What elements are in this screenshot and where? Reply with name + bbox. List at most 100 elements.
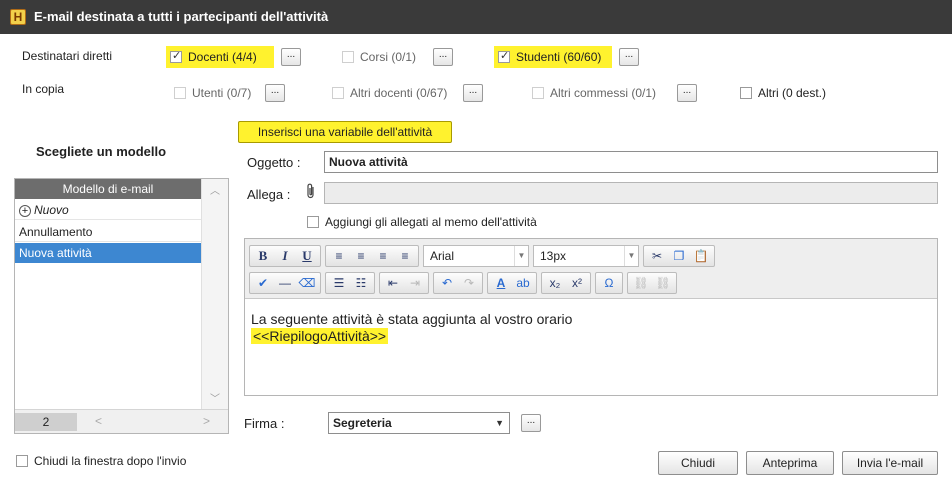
subject-label: Oggetto :	[247, 155, 301, 170]
studenti-checkbox[interactable]	[498, 49, 510, 63]
altri-docenti-label: Altri docenti (0/67)	[350, 86, 448, 100]
close-after-send-option[interactable]: Chiudi la finestra dopo l'invio	[16, 454, 186, 468]
align-justify-icon[interactable]: ≡	[395, 247, 415, 265]
docenti-more-button[interactable]: ...	[281, 48, 301, 66]
text-color-icon[interactable]: A	[491, 274, 511, 292]
altri-checkbox[interactable]	[740, 87, 752, 99]
window-titlebar: H E-mail destinata a tutti i partecipant…	[0, 0, 952, 34]
utenti-more-button[interactable]: ...	[265, 84, 285, 102]
special-char-icon[interactable]: Ω	[599, 274, 619, 292]
templates-section-title: Scegliete un modello	[36, 144, 167, 159]
signature-label: Firma :	[244, 416, 285, 431]
signature-more-button[interactable]: ...	[521, 414, 541, 432]
direct-recipients-label: Destinatari diretti	[22, 49, 113, 63]
attach-to-memo-label: Aggiungi gli allegati al memo dell'attiv…	[325, 215, 537, 229]
font-size-select[interactable]: 13px ▼	[533, 245, 639, 267]
altri-label: Altri (0 dest.)	[758, 86, 827, 100]
corsi-more-button[interactable]: ...	[433, 48, 453, 66]
font-family-value: Arial	[430, 249, 455, 263]
templates-vertical-scrollbar[interactable]: ︿ ﹀	[201, 179, 228, 409]
numbered-list-icon[interactable]: ☷	[351, 274, 371, 292]
template-item-nuova-attivita[interactable]: Nuova attività	[15, 243, 201, 263]
attach-label: Allega :	[247, 187, 291, 202]
utenti-label: Utenti (0/7)	[192, 86, 252, 100]
font-family-select[interactable]: Arial ▼	[423, 245, 529, 267]
outdent-icon[interactable]: ⇤	[383, 274, 403, 292]
editor-content[interactable]: La seguente attività è stata aggiunta al…	[251, 311, 572, 344]
recipient-utenti[interactable]: Utenti (0/7)	[170, 82, 255, 104]
altri-docenti-checkbox[interactable]	[332, 87, 344, 99]
align-center-icon[interactable]: ≡	[351, 247, 371, 265]
horizontal-rule-icon[interactable]: —	[275, 274, 295, 292]
templates-list: Modello di e-mail + Nuovo Annullamento Nu…	[14, 178, 229, 434]
docenti-checkbox[interactable]	[170, 49, 182, 63]
insert-variable-button[interactable]: Inserisci una variabile dell'attività	[238, 121, 452, 143]
underline-button[interactable]: U	[297, 247, 317, 265]
italic-button[interactable]: I	[275, 247, 295, 265]
eraser-icon[interactable]: ⌫	[297, 274, 317, 292]
recipient-altri-docenti[interactable]: Altri docenti (0/67)	[328, 82, 451, 104]
rich-text-editor[interactable]: B I U ≡ ≡ ≡ ≡ Arial ▼ 13px ▼ ✂ ❐ 📋 ✔ — ⌫…	[244, 238, 938, 396]
align-right-icon[interactable]: ≡	[373, 247, 393, 265]
redo-icon[interactable]: ↷	[459, 274, 479, 292]
send-email-button[interactable]: Invia l'e-mail	[842, 451, 938, 475]
cc-label: In copia	[22, 82, 65, 96]
altri-commessi-checkbox[interactable]	[532, 87, 544, 99]
studenti-more-button[interactable]: ...	[619, 48, 639, 66]
scroll-down-icon[interactable]: ﹀	[210, 390, 220, 405]
docenti-label: Docenti (4/4)	[188, 50, 257, 64]
copy-icon[interactable]: ❐	[669, 247, 689, 265]
highlight-color-icon[interactable]: ab	[513, 274, 533, 292]
scroll-up-icon[interactable]: ︿	[210, 182, 220, 197]
paperclip-icon[interactable]	[306, 183, 316, 203]
signature-value: Segreteria	[333, 416, 392, 430]
window-title: E-mail destinata a tutti i partecipanti …	[34, 9, 329, 24]
superscript-icon[interactable]: x²	[567, 274, 587, 292]
altri-docenti-more-button[interactable]: ...	[463, 84, 483, 102]
template-new-item[interactable]: + Nuovo	[15, 200, 201, 220]
recipient-studenti[interactable]: Studenti (60/60)	[494, 46, 612, 68]
preview-button[interactable]: Anteprima	[746, 451, 834, 475]
chevron-down-icon: ▼	[495, 418, 504, 428]
link-icon[interactable]: ⛓	[631, 274, 651, 292]
corsi-label: Corsi (0/1)	[360, 50, 417, 64]
body-line-1: La seguente attività è stata aggiunta al…	[251, 311, 573, 327]
template-item-annullamento[interactable]: Annullamento	[15, 222, 201, 242]
close-after-send-checkbox[interactable]	[16, 455, 28, 467]
subscript-icon[interactable]: x₂	[545, 274, 565, 292]
recipient-altri-commessi[interactable]: Altri commessi (0/1)	[528, 82, 660, 104]
recipient-docenti[interactable]: Docenti (4/4)	[166, 46, 274, 68]
chevron-down-icon: ▼	[624, 246, 638, 266]
close-button[interactable]: Chiudi	[658, 451, 738, 475]
paste-icon[interactable]: 📋	[691, 247, 711, 265]
scroll-right-icon[interactable]: >	[203, 414, 210, 428]
indent-icon[interactable]: ⇥	[405, 274, 425, 292]
editor-toolbar: B I U ≡ ≡ ≡ ≡ Arial ▼ 13px ▼ ✂ ❐ 📋 ✔ — ⌫…	[245, 239, 937, 299]
cut-icon[interactable]: ✂	[647, 247, 667, 265]
plus-icon: +	[19, 205, 31, 217]
studenti-label: Studenti (60/60)	[516, 50, 602, 64]
scroll-left-icon[interactable]: <	[95, 414, 102, 428]
utenti-checkbox[interactable]	[174, 87, 186, 99]
templates-count: 2	[15, 413, 77, 431]
bold-button[interactable]: B	[253, 247, 273, 265]
attach-to-memo-checkbox[interactable]	[307, 216, 319, 228]
bullet-list-icon[interactable]: ☰	[329, 274, 349, 292]
subject-input[interactable]: Nuova attività	[324, 151, 938, 173]
templates-footer: 2 < >	[15, 409, 228, 433]
undo-icon[interactable]: ↶	[437, 274, 457, 292]
align-left-icon[interactable]: ≡	[329, 247, 349, 265]
signature-select[interactable]: Segreteria ▼	[328, 412, 510, 434]
attach-input[interactable]	[324, 182, 938, 204]
corsi-checkbox[interactable]	[342, 51, 354, 63]
altri-commessi-more-button[interactable]: ...	[677, 84, 697, 102]
recipient-corsi[interactable]: Corsi (0/1)	[338, 46, 430, 68]
spellcheck-icon[interactable]: ✔	[253, 274, 273, 292]
close-after-send-label: Chiudi la finestra dopo l'invio	[34, 454, 187, 468]
font-size-value: 13px	[540, 249, 567, 263]
recipient-altri[interactable]: Altri (0 dest.)	[736, 82, 830, 104]
template-new-label: Nuovo	[34, 203, 69, 217]
attach-to-memo-option[interactable]: Aggiungi gli allegati al memo dell'attiv…	[307, 215, 537, 229]
templates-column-header: Modello di e-mail	[15, 179, 201, 199]
unlink-icon[interactable]: ⛓	[653, 274, 673, 292]
